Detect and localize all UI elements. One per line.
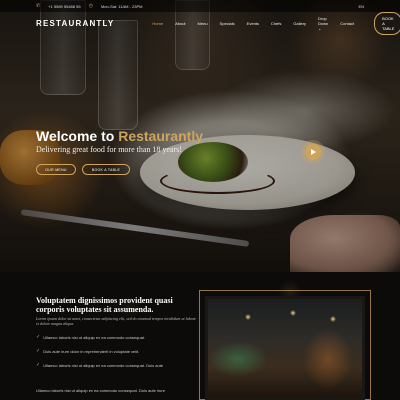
book-table-button[interactable]: BOOK A TABLE <box>374 11 400 35</box>
main-nav: RESTAURANTLY Home About Menu Specials Ev… <box>0 11 400 35</box>
clock-icon: ◷ <box>88 3 93 9</box>
nav-item-menu[interactable]: Menu <box>198 21 208 26</box>
chevron-down-icon: ⌄ <box>318 25 322 31</box>
check-icon: ✓ <box>36 334 41 340</box>
about-title: Voluptatem dignissimos provident quasi c… <box>36 296 173 314</box>
list-item: ✓ Ullamco laboris nisi ut aliquip ex ea c… <box>36 334 196 340</box>
list-item-text: Ullamco laboris nisi ut aliquip ex ea co… <box>43 362 164 368</box>
restaurant-interior-image <box>205 296 365 400</box>
play-icon <box>311 149 316 155</box>
opening-hours: Mon-Sat: 11AM - 23PM <box>100 3 143 9</box>
top-bar: ✆ +1 5589 55488 55 ◷ Mon-Sat: 11AM - 23P… <box>0 0 400 12</box>
logo[interactable]: RESTAURANTLY <box>36 19 114 28</box>
play-video-button[interactable] <box>301 140 325 164</box>
about-section: Voluptatem dignissimos provident quasi c… <box>0 272 400 400</box>
hero-subtitle: Delivering great food for more than 18 y… <box>36 145 182 154</box>
nav-item-events[interactable]: Events <box>247 21 259 26</box>
check-icon: ✓ <box>36 348 41 354</box>
nav-item-specials[interactable]: Specials <box>220 21 235 26</box>
nav-item-contact[interactable]: Contact <box>340 21 354 26</box>
phone-icon: ✆ <box>36 3 41 9</box>
nav-item-chefs[interactable]: Chefs <box>271 21 281 26</box>
language-selector[interactable]: EN <box>358 4 364 9</box>
our-menu-button[interactable]: OUR MENU <box>36 164 76 175</box>
nav-item-gallery[interactable]: Gallery <box>293 21 306 26</box>
phone-number[interactable]: +1 5589 55488 55 <box>48 4 80 9</box>
nav-item-home[interactable]: Home <box>152 21 163 26</box>
list-item-text: Ullamco laboris nisi ut aliquip ex ea co… <box>43 334 146 340</box>
nav-item-about[interactable]: About <box>175 21 185 26</box>
about-paragraph: Ullamco laboris nisi ut aliquip ex ea co… <box>36 388 165 393</box>
check-icon: ✓ <box>36 362 41 368</box>
hero-book-table-button[interactable]: BOOK A TABLE <box>82 164 130 175</box>
nav-menu: Home About Menu Specials Events Chefs Ga… <box>152 16 354 31</box>
list-item: ✓ Ullamco laboris nisi ut aliquip ex ea c… <box>36 362 196 368</box>
list-item: ✓ Duis aute irure dolor in reprehenderit … <box>36 348 196 354</box>
hero-title-gold: Restaurantly <box>118 128 204 144</box>
hero-title-white: Welcome to <box>36 128 119 144</box>
nav-item-dropdown-label: Drop Down <box>318 15 329 26</box>
hero-title: Welcome to Restaurantly <box>36 128 203 144</box>
check-list: ✓ Ullamco laboris nisi ut aliquip ex ea c… <box>36 334 196 376</box>
list-item-text: Duis aute irure dolor in reprehenderit i… <box>43 348 140 354</box>
about-intro: Lorem ipsum dolor sit amet, consectetur … <box>36 316 196 326</box>
nav-item-dropdown[interactable]: Drop Down ⌄ <box>318 16 328 31</box>
